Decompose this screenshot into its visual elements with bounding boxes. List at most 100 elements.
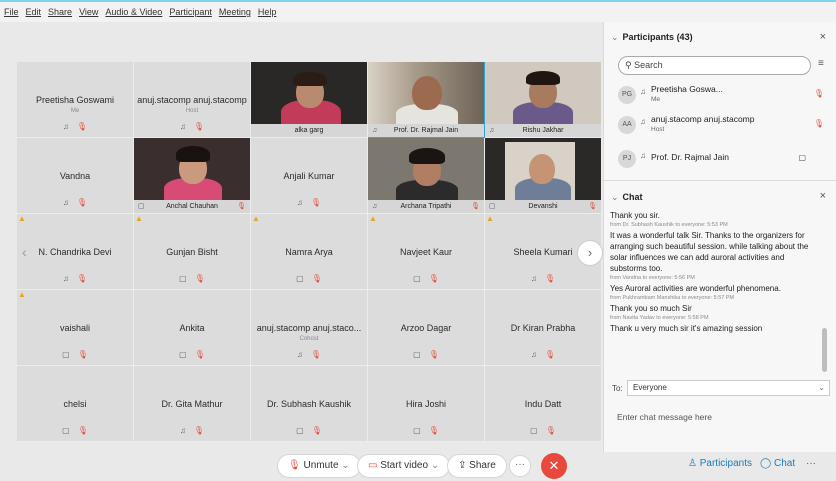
chat-scrollbar[interactable] [821, 208, 828, 374]
menu-meeting[interactable]: Meeting [219, 7, 251, 17]
mic-muted-icon: 🎙 [77, 350, 88, 359]
unmute-button[interactable]: 🎙 Unmute ⌄ [277, 454, 361, 478]
menu-file[interactable]: File [4, 7, 19, 17]
tile-status-icons: ▢🎙 [251, 274, 367, 283]
participant-video-tile[interactable]: ♫ Prof. Dr. Rajmal Jain [368, 62, 485, 138]
participant-tile[interactable]: chelsi ▢🎙 [17, 366, 134, 442]
participant-video-tile[interactable]: alka garg [251, 62, 368, 138]
participant-role: Cohost [299, 336, 319, 342]
chat-recipient-select[interactable]: Everyone ⌄ [627, 380, 830, 396]
tile-status-icons: ♫🎙 [17, 274, 133, 283]
participant-tile[interactable]: ▲ N. Chandrika Devi ♫🎙 [17, 214, 134, 290]
participant-video-tile[interactable]: ♫ Archana Tripathi 🎙 [368, 138, 485, 214]
menu-audio-video[interactable]: Audio & Video [105, 7, 162, 17]
participant-tile[interactable]: Anjali Kumar ♫🎙 [251, 138, 368, 214]
video-name-label: ♫ Prof. Dr. Rajmal Jain [368, 124, 484, 137]
previous-page-icon[interactable]: ‹ [22, 244, 27, 260]
warning-icon: ▲ [135, 214, 143, 223]
participant-tile[interactable]: Preetisha Goswami Me ♫🎙 [17, 62, 134, 138]
warning-icon: ▲ [18, 290, 26, 299]
close-chat-icon[interactable]: × [820, 190, 826, 202]
participant-video-tile[interactable]: ▢ Anchal Chauhan 🎙 [134, 138, 251, 214]
mic-muted-icon: 🎙 [428, 426, 439, 435]
audio-icon: ♫ [640, 151, 646, 160]
chat-header[interactable]: ⌄ Chat [611, 192, 643, 203]
mic-muted-icon[interactable]: 🎙 [814, 89, 824, 98]
participant-tile[interactable]: ▲ Namra Arya ▢🎙 [251, 214, 368, 290]
close-participants-icon[interactable]: × [820, 31, 826, 43]
participant-tile[interactable]: Arzoo Dagar ▢🎙 [368, 290, 485, 366]
tile-status-icons: ▢🎙 [485, 426, 601, 435]
chat-title: Chat [622, 192, 643, 202]
mic-muted-icon: 🎙 [311, 426, 322, 435]
camera-icon: ▢ [798, 153, 806, 162]
participant-name: vaishali [59, 323, 90, 333]
more-options-button[interactable]: ··· [509, 455, 531, 477]
participants-button[interactable]: ♙ Participants [688, 458, 752, 469]
participant-tile[interactable]: Dr Kiran Prabha ♫🎙 [485, 290, 602, 366]
participant-tile[interactable]: ▲ Navjeet Kaur ▢🎙 [368, 214, 485, 290]
participant-tile[interactable]: ▲ Gunjan Bisht ▢🎙 [134, 214, 251, 290]
mic-muted-icon: 🎙 [76, 274, 88, 283]
participant-tile[interactable]: Ankita ▢🎙 [134, 290, 251, 366]
audio-icon: ♫ [296, 198, 311, 207]
mic-muted-icon: 🎙 [311, 274, 322, 283]
tile-status-icons: ♫🎙 [17, 198, 133, 207]
video-name-label: ▢ Devanshi 🎙 [485, 200, 601, 213]
mic-muted-icon: 🎙 [77, 426, 88, 435]
participants-header[interactable]: ⌄ Participants (43) [611, 32, 693, 43]
participant-name: Dr. Subhash Kaushik [266, 399, 352, 409]
scrollbar-thumb[interactable] [822, 328, 827, 372]
audio-icon: ♫ [372, 203, 378, 210]
participant-list-item[interactable]: PJ ♫ Prof. Dr. Rajmal Jain ▢ [618, 148, 828, 174]
participant-tile[interactable]: ▲ vaishali ▢🎙 [17, 290, 134, 366]
next-page-button[interactable]: › [577, 240, 603, 266]
menu-participant[interactable]: Participant [169, 7, 212, 17]
chevron-down-icon[interactable]: ⌄ [431, 460, 439, 471]
sort-list-icon[interactable]: ≡ [818, 58, 824, 69]
chat-recipient-value: Everyone [633, 383, 667, 392]
participant-search-input[interactable]: ⚲ Search [618, 56, 811, 75]
participant-tile[interactable]: Indu Datt ▢🎙 [485, 366, 602, 442]
tile-status-icons: ▢🎙 [134, 274, 250, 283]
share-icon: ⇪ [458, 460, 467, 471]
participant-name: Arzoo Dagar [400, 323, 452, 333]
menu-share[interactable]: Share [48, 7, 72, 17]
participant-tile[interactable]: anuj.stacomp anuj.stacomp Host ♫🎙 [134, 62, 251, 138]
participant-tile[interactable]: Hira Joshi ▢🎙 [368, 366, 485, 442]
participant-name: Hira Joshi [405, 399, 446, 409]
participant-video-tile[interactable]: ▢ Devanshi 🎙 [485, 138, 602, 214]
participant-name: Vandna [59, 171, 91, 181]
start-video-button[interactable]: ▭ Start video ⌄ [357, 454, 451, 478]
menu-bar: File Edit Share View Audio & Video Parti… [0, 0, 836, 22]
end-meeting-button[interactable]: ✕ [541, 453, 567, 479]
chat-message: Yes Auroral activities are wonderful phe… [610, 284, 781, 293]
panel-divider [604, 180, 836, 181]
participant-list-item[interactable]: AA ♫ anuj.stacomp anuj.stacomp Host 🎙 [618, 114, 828, 140]
audio-icon: ♫ [62, 274, 77, 283]
participant-tile[interactable]: Dr. Subhash Kaushik ▢🎙 [251, 366, 368, 442]
more-panel-options-button[interactable]: ··· [806, 458, 816, 469]
search-placeholder: Search [634, 60, 663, 70]
mic-muted-icon: 🎙 [544, 274, 556, 283]
avatar: PG [618, 86, 636, 104]
start-video-label: Start video [380, 460, 429, 471]
mic-muted-icon[interactable]: 🎙 [814, 119, 824, 128]
participant-tile[interactable]: anuj.stacomp anuj.staco... Cohost ♫🎙 [251, 290, 368, 366]
participant-video-tile[interactable]: ♫ Rishu Jakhar [485, 62, 602, 138]
menu-view[interactable]: View [79, 7, 98, 17]
participant-tile[interactable]: Dr. Gita Mathur ♫🎙 [134, 366, 251, 442]
chevron-down-icon[interactable]: ⌄ [341, 460, 349, 471]
chat-button[interactable]: ◯ Chat [760, 458, 795, 469]
menu-edit[interactable]: Edit [26, 7, 42, 17]
participant-list-item[interactable]: PG ♫ Preetisha Goswa... Me 🎙 [618, 84, 828, 110]
share-button[interactable]: ⇪ Share [447, 454, 507, 478]
participant-name: Namra Arya [285, 247, 333, 257]
video-hair [176, 146, 210, 162]
menu-help[interactable]: Help [258, 7, 277, 17]
video-name-label: ▢ Anchal Chauhan 🎙 [134, 200, 250, 213]
participant-tile[interactable]: Vandna ♫🎙 [17, 138, 134, 214]
audio-icon: ♫ [640, 117, 646, 126]
chat-message-input[interactable]: Enter chat message here [617, 412, 817, 422]
participants-label: Participants [699, 458, 752, 469]
